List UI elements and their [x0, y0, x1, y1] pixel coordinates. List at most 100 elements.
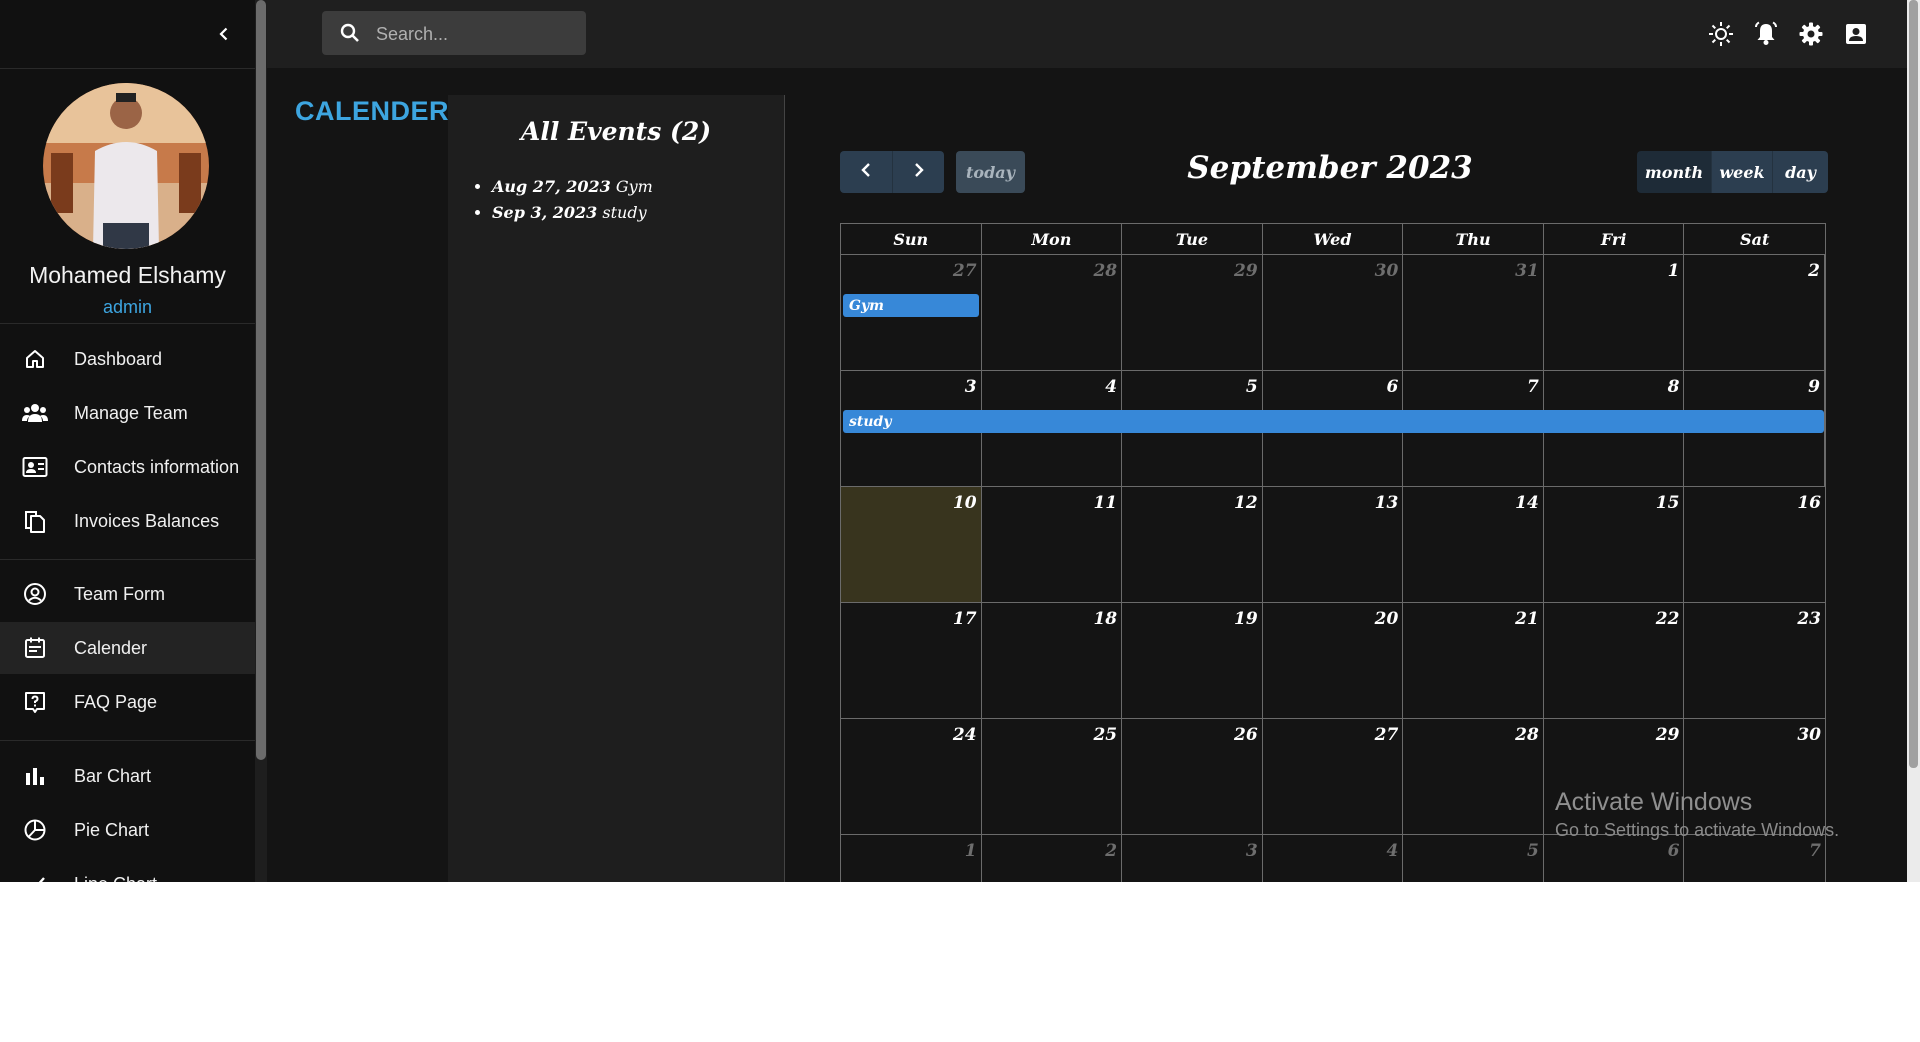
day-number[interactable]: 15 — [1656, 493, 1680, 513]
prev-button[interactable] — [840, 151, 893, 193]
search-box[interactable] — [322, 11, 586, 57]
chevron-left-icon[interactable] — [210, 20, 238, 48]
day-cell[interactable]: 13 — [1263, 487, 1404, 602]
day-number[interactable]: 30 — [1797, 725, 1821, 745]
day-number[interactable]: 6 — [1386, 377, 1398, 397]
day-number[interactable]: 30 — [1375, 261, 1399, 281]
day-number[interactable]: 18 — [1093, 609, 1117, 629]
day-number[interactable]: 28 — [1093, 261, 1117, 281]
sidebar-item-contacts-information[interactable]: Contacts information — [0, 441, 255, 493]
day-number[interactable]: 28 — [1515, 725, 1539, 745]
day-number[interactable]: 23 — [1797, 609, 1821, 629]
day-cell[interactable]: 16 — [1684, 487, 1825, 602]
day-number[interactable]: 27 — [1375, 725, 1399, 745]
day-cell[interactable]: 28 — [982, 255, 1123, 370]
view-day-button[interactable]: day — [1773, 151, 1828, 193]
day-number[interactable]: 3 — [1246, 841, 1258, 861]
day-cell[interactable]: 2 — [982, 835, 1123, 882]
day-cell[interactable]: 4 — [1263, 835, 1404, 882]
view-week-button[interactable]: week — [1712, 151, 1773, 193]
day-number[interactable]: 19 — [1234, 609, 1258, 629]
page-scrollbar-thumb[interactable] — [1909, 0, 1918, 768]
sidebar-item-bar-chart[interactable]: Bar Chart — [0, 750, 255, 802]
sidebar-item-invoices-balances[interactable]: Invoices Balances — [0, 495, 255, 547]
light-mode-icon[interactable] — [1707, 20, 1735, 48]
day-number[interactable]: 1 — [1668, 261, 1680, 281]
sidebar-item-faq-page[interactable]: FAQ Page — [0, 676, 255, 728]
day-cell-today[interactable]: 10 — [841, 487, 982, 602]
event-list-item[interactable]: Aug 27, 2023 Gym — [492, 177, 653, 196]
day-number[interactable]: 9 — [1808, 377, 1820, 397]
day-number[interactable]: 4 — [1105, 377, 1117, 397]
day-number[interactable]: 8 — [1668, 377, 1680, 397]
day-number[interactable]: 25 — [1093, 725, 1117, 745]
today-button[interactable]: today — [956, 151, 1025, 193]
day-number[interactable]: 7 — [1809, 841, 1821, 861]
day-number[interactable]: 2 — [1808, 261, 1820, 281]
day-number[interactable]: 20 — [1375, 609, 1399, 629]
day-cell[interactable]: 31 — [1403, 255, 1544, 370]
day-number[interactable]: 5 — [1527, 841, 1539, 861]
day-cell[interactable]: 12 — [1122, 487, 1263, 602]
day-cell[interactable]: 22 — [1544, 603, 1685, 718]
day-number[interactable]: 14 — [1515, 493, 1539, 513]
day-cell[interactable]: 3 — [1122, 835, 1263, 882]
day-cell[interactable]: 17 — [841, 603, 982, 718]
sidebar-item-team-form[interactable]: Team Form — [0, 568, 255, 620]
day-cell[interactable]: 6 — [1544, 835, 1685, 882]
day-number[interactable]: 5 — [1246, 377, 1258, 397]
day-cell[interactable]: 23 — [1684, 603, 1825, 718]
day-cell[interactable]: 30 — [1263, 255, 1404, 370]
page-scrollbar[interactable] — [1907, 0, 1920, 882]
sidebar-item-calender[interactable]: Calender — [0, 622, 255, 674]
sidebar-scrollbar[interactable] — [255, 0, 267, 882]
sidebar-item-line-chart[interactable]: Line Chart — [0, 858, 255, 882]
day-cell[interactable]: 27 — [1263, 719, 1404, 834]
day-number[interactable]: 7 — [1527, 377, 1539, 397]
day-number[interactable]: 24 — [953, 725, 977, 745]
day-number[interactable]: 1 — [965, 841, 977, 861]
notifications-icon[interactable] — [1752, 20, 1780, 48]
day-number[interactable]: 13 — [1375, 493, 1399, 513]
sidebar-item-pie-chart[interactable]: Pie Chart — [0, 804, 255, 856]
day-number[interactable]: 22 — [1656, 609, 1680, 629]
day-number[interactable]: 3 — [965, 377, 977, 397]
sidebar-scrollbar-thumb[interactable] — [256, 0, 266, 760]
day-number[interactable]: 10 — [953, 493, 977, 513]
day-number[interactable]: 27 — [953, 261, 977, 281]
calendar-event[interactable]: study — [843, 410, 1824, 433]
day-cell[interactable]: 1 — [1544, 255, 1685, 370]
day-number[interactable]: 4 — [1386, 841, 1398, 861]
day-number[interactable]: 31 — [1515, 261, 1539, 281]
calendar-event[interactable]: Gym — [843, 294, 979, 317]
day-number[interactable]: 16 — [1797, 493, 1821, 513]
day-number[interactable]: 12 — [1234, 493, 1258, 513]
day-cell[interactable]: 18 — [982, 603, 1123, 718]
day-number[interactable]: 29 — [1234, 261, 1258, 281]
view-month-button[interactable]: month — [1637, 151, 1712, 193]
search-icon[interactable] — [338, 21, 362, 45]
day-cell[interactable]: 11 — [982, 487, 1123, 602]
day-number[interactable]: 2 — [1105, 841, 1117, 861]
day-cell[interactable]: 15 — [1544, 487, 1685, 602]
sidebar-item-dashboard[interactable]: Dashboard — [0, 333, 255, 385]
day-cell[interactable]: 24 — [841, 719, 982, 834]
day-cell[interactable]: 1 — [841, 835, 982, 882]
day-cell[interactable]: 25 — [982, 719, 1123, 834]
settings-icon[interactable] — [1797, 20, 1825, 48]
day-cell[interactable]: 28 — [1403, 719, 1544, 834]
day-number[interactable]: 26 — [1234, 725, 1258, 745]
next-button[interactable] — [893, 151, 944, 193]
day-cell[interactable]: 26 — [1122, 719, 1263, 834]
day-cell[interactable]: 14 — [1403, 487, 1544, 602]
day-number[interactable]: 29 — [1656, 725, 1680, 745]
day-cell[interactable]: 21 — [1403, 603, 1544, 718]
event-list-item[interactable]: Sep 3, 2023 study — [492, 203, 653, 222]
day-cell[interactable]: 19 — [1122, 603, 1263, 718]
day-cell[interactable]: 29 — [1122, 255, 1263, 370]
day-number[interactable]: 11 — [1093, 493, 1117, 513]
day-cell[interactable]: 2 — [1684, 255, 1825, 370]
day-cell[interactable]: 7 — [1684, 835, 1825, 882]
account-box-icon[interactable] — [1842, 20, 1870, 48]
day-number[interactable]: 21 — [1515, 609, 1539, 629]
